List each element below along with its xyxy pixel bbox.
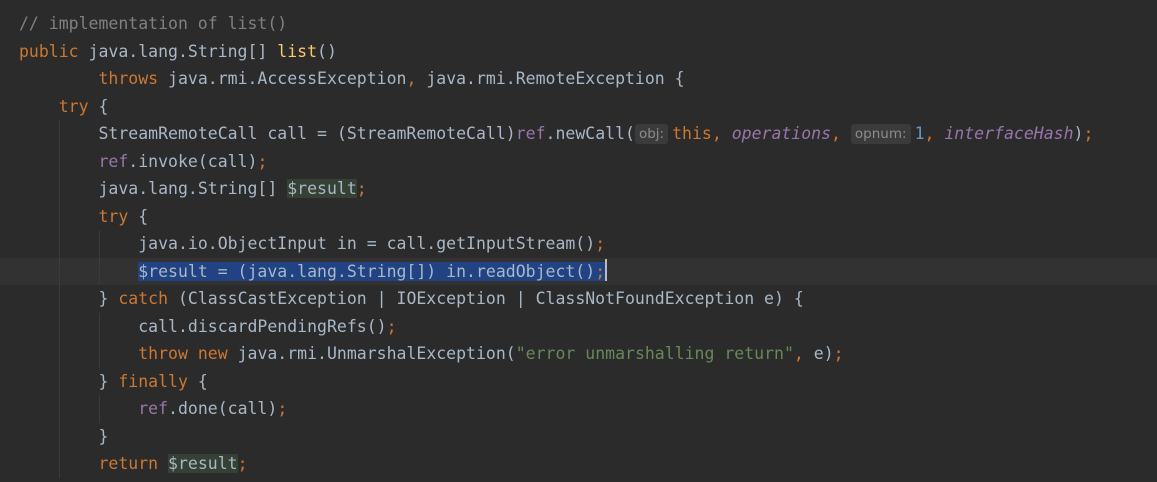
exception-type: java.rmi.RemoteException { <box>416 69 685 88</box>
keyword-throws: throws <box>98 69 159 88</box>
keyword-new: new <box>197 344 228 363</box>
comma: , <box>924 124 935 143</box>
keyword-try: try <box>58 96 89 116</box>
comment: // implementation of list() <box>19 14 288 33</box>
semicolon: ; <box>356 179 367 198</box>
code-line[interactable]: StreamRemoteCall call = (StreamRemoteCal… <box>0 120 1157 148</box>
parens: () <box>317 41 337 61</box>
code-line[interactable]: call.discardPendingRefs(); <box>0 312 1157 340</box>
exception-type: java.rmi.AccessException <box>158 69 407 88</box>
text-caret <box>605 258 608 281</box>
keyword-finally: finally <box>118 371 188 391</box>
semicolon: ; <box>257 151 268 171</box>
code-line[interactable]: java.io.ObjectInput in = call.getInputSt… <box>0 230 1157 258</box>
statement: call.discardPendingRefs() <box>138 316 387 336</box>
variable-result: $result <box>287 179 357 198</box>
code-line[interactable]: java.lang.String[] $result; <box>0 175 1157 203</box>
semicolon: ; <box>386 316 397 336</box>
code-editor[interactable]: // implementation of list() public java.… <box>0 0 1157 482</box>
keyword-throw: throw <box>138 344 188 363</box>
close-paren: ) <box>1073 124 1084 143</box>
brace: } <box>98 289 119 308</box>
semicolon: ; <box>237 454 248 473</box>
code-line[interactable]: // implementation of list() <box>0 10 1157 38</box>
brace: { <box>187 371 208 391</box>
method-name: list <box>277 41 318 61</box>
brace: { <box>88 96 109 116</box>
code-line[interactable]: try { <box>0 202 1157 230</box>
argument-operations: operations <box>731 124 832 143</box>
field-ref: ref <box>138 399 169 418</box>
current-line[interactable]: $result = (java.lang.String[]) in.readOb… <box>0 257 1157 285</box>
comma: , <box>711 124 722 143</box>
string-literal: "error unmarshalling return" <box>515 344 794 363</box>
comma: , <box>831 124 841 143</box>
semicolon: ; <box>1083 124 1094 143</box>
brace: } <box>98 426 109 446</box>
method-call: .newCall( <box>545 124 635 143</box>
semicolon: ; <box>595 234 606 253</box>
type: java.lang.String[] <box>98 179 288 198</box>
semicolon: ; <box>595 261 606 281</box>
code-line[interactable]: } <box>0 422 1157 450</box>
comma: , <box>793 344 804 363</box>
keyword-catch: catch <box>118 289 169 308</box>
parameter-hint-obj: obj: <box>634 124 669 144</box>
brace: } <box>98 371 119 391</box>
method-call: .done(call) <box>168 399 278 418</box>
statement: java.io.ObjectInput in = call.getInputSt… <box>138 234 596 253</box>
code-line[interactable]: throws java.rmi.AccessException, java.rm… <box>0 65 1157 93</box>
brace: { <box>128 206 149 226</box>
code-line[interactable]: try { <box>0 93 1157 121</box>
code-line[interactable]: return $result; <box>0 450 1157 478</box>
return-type: java.lang.String[] <box>78 41 278 61</box>
code-line[interactable]: } catch (ClassCastException | IOExceptio… <box>0 285 1157 313</box>
comma: , <box>406 69 417 88</box>
declaration: StreamRemoteCall call = (StreamRemoteCal… <box>98 124 516 143</box>
semicolon: ; <box>277 399 288 418</box>
code-line[interactable]: } finally { <box>0 367 1157 395</box>
code-line[interactable]: ref.done(call); <box>0 395 1157 423</box>
selected-statement: $result = (java.lang.String[]) in.readOb… <box>138 261 596 281</box>
code-line[interactable]: ref.invoke(call); <box>0 147 1157 175</box>
code-line[interactable]: throw new java.rmi.UnmarshalException("e… <box>0 340 1157 368</box>
variable-result: $result <box>168 454 238 473</box>
semicolon: ; <box>833 344 844 363</box>
text-selection[interactable]: $result = (java.lang.String[]) in.readOb… <box>138 261 606 281</box>
parameter-hint-opnum: opnum: <box>850 124 911 144</box>
argument-interface-hash: interfaceHash <box>944 124 1074 143</box>
keyword-return: return <box>98 454 159 473</box>
argument: e) <box>803 344 834 363</box>
keyword-public: public <box>19 41 79 61</box>
field-ref: ref <box>98 151 129 171</box>
constructor-call: java.rmi.UnmarshalException( <box>227 344 516 363</box>
keyword-this: this <box>672 124 712 143</box>
field-ref: ref <box>515 124 546 143</box>
argument-number: 1 <box>914 124 925 143</box>
keyword-try: try <box>98 206 129 226</box>
catch-clause: (ClassCastException | IOException | Clas… <box>168 289 804 308</box>
method-call: .invoke(call) <box>128 151 258 171</box>
code-line[interactable]: public java.lang.String[] list() <box>0 38 1157 66</box>
